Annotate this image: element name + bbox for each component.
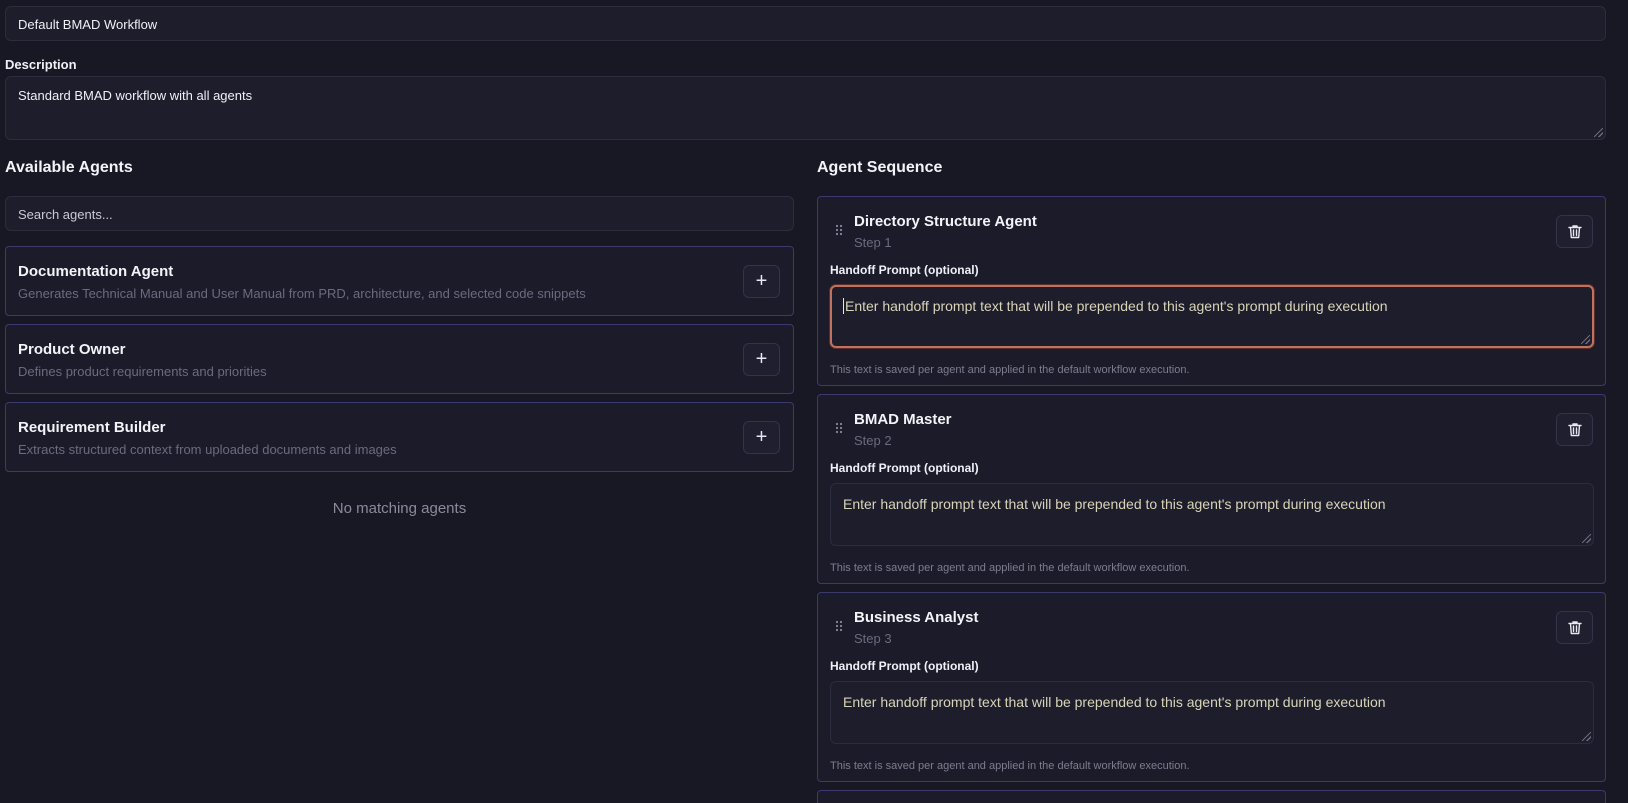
plus-icon: + xyxy=(755,348,768,370)
handoff-placeholder: Enter handoff prompt text that will be p… xyxy=(845,298,1388,314)
handoff-prompt-label: Handoff Prompt (optional) xyxy=(830,461,979,475)
agent-card-documentation-agent: Documentation Agent Generates Technical … xyxy=(5,246,794,316)
handoff-prompt-textarea[interactable]: Enter handoff prompt text that will be p… xyxy=(830,681,1594,744)
trash-icon xyxy=(1567,423,1582,437)
handoff-placeholder: Enter handoff prompt text that will be p… xyxy=(843,496,1386,512)
step-agent-name: Business Analyst xyxy=(854,609,979,626)
agent-description: Extracts structured context from uploade… xyxy=(18,442,397,457)
step-number: Step 3 xyxy=(854,631,892,646)
description-text: Standard BMAD workflow with all agents xyxy=(18,88,253,103)
handoff-help-text: This text is saved per agent and applied… xyxy=(830,562,1190,574)
resize-grip-icon[interactable] xyxy=(1581,335,1590,344)
remove-step-button[interactable] xyxy=(1556,215,1593,248)
drag-handle-icon[interactable] xyxy=(835,422,843,434)
handoff-prompt-label: Handoff Prompt (optional) xyxy=(830,659,979,673)
description-textarea[interactable]: Standard BMAD workflow with all agents xyxy=(5,76,1606,140)
handoff-prompt-textarea[interactable]: Enter handoff prompt text that will be p… xyxy=(830,285,1594,348)
agent-description: Generates Technical Manual and User Manu… xyxy=(18,286,586,301)
plus-icon: + xyxy=(755,426,768,448)
description-label: Description xyxy=(5,57,77,72)
no-matching-agents-text: No matching agents xyxy=(332,500,467,517)
handoff-prompt-label: Handoff Prompt (optional) xyxy=(830,263,979,277)
search-agents-input[interactable]: Search agents... xyxy=(5,196,794,231)
resize-grip-icon[interactable] xyxy=(1582,732,1591,741)
sequence-step-card-partial xyxy=(817,790,1606,803)
step-number: Step 1 xyxy=(854,235,892,250)
handoff-placeholder: Enter handoff prompt text that will be p… xyxy=(843,694,1386,710)
step-number: Step 2 xyxy=(854,433,892,448)
plus-icon: + xyxy=(755,270,768,292)
remove-step-button[interactable] xyxy=(1556,611,1593,644)
agent-sequence-title: Agent Sequence xyxy=(817,159,943,176)
remove-step-button[interactable] xyxy=(1556,413,1593,446)
drag-handle-icon[interactable] xyxy=(835,620,843,632)
agent-name: Product Owner xyxy=(18,341,126,358)
handoff-help-text: This text is saved per agent and applied… xyxy=(830,364,1190,376)
text-caret xyxy=(843,298,844,314)
step-agent-name: Directory Structure Agent xyxy=(854,213,1037,230)
add-agent-button[interactable]: + xyxy=(743,265,780,298)
resize-grip-icon[interactable] xyxy=(1582,534,1591,543)
resize-grip-icon[interactable] xyxy=(1594,128,1603,137)
handoff-prompt-textarea[interactable]: Enter handoff prompt text that will be p… xyxy=(830,483,1594,546)
workflow-editor: Default BMAD Workflow Description Standa… xyxy=(0,0,1628,803)
sequence-step-card: Directory Structure Agent Step 1 Handoff… xyxy=(817,196,1606,386)
agent-description: Defines product requirements and priorit… xyxy=(18,364,267,379)
step-agent-name: BMAD Master xyxy=(854,411,952,428)
drag-handle-icon[interactable] xyxy=(835,224,843,236)
sequence-step-card: Business Analyst Step 3 Handoff Prompt (… xyxy=(817,592,1606,782)
agent-card-product-owner: Product Owner Defines product requiremen… xyxy=(5,324,794,394)
trash-icon xyxy=(1567,621,1582,635)
trash-icon xyxy=(1567,225,1582,239)
add-agent-button[interactable]: + xyxy=(743,343,780,376)
add-agent-button[interactable]: + xyxy=(743,421,780,454)
agent-name: Documentation Agent xyxy=(18,263,174,280)
handoff-help-text: This text is saved per agent and applied… xyxy=(830,760,1190,772)
agent-card-requirement-builder: Requirement Builder Extracts structured … xyxy=(5,402,794,472)
available-agents-title: Available Agents xyxy=(5,159,133,176)
sequence-step-card: BMAD Master Step 2 Handoff Prompt (optio… xyxy=(817,394,1606,584)
workflow-name-input[interactable]: Default BMAD Workflow xyxy=(5,6,1606,41)
agent-name: Requirement Builder xyxy=(18,419,166,436)
